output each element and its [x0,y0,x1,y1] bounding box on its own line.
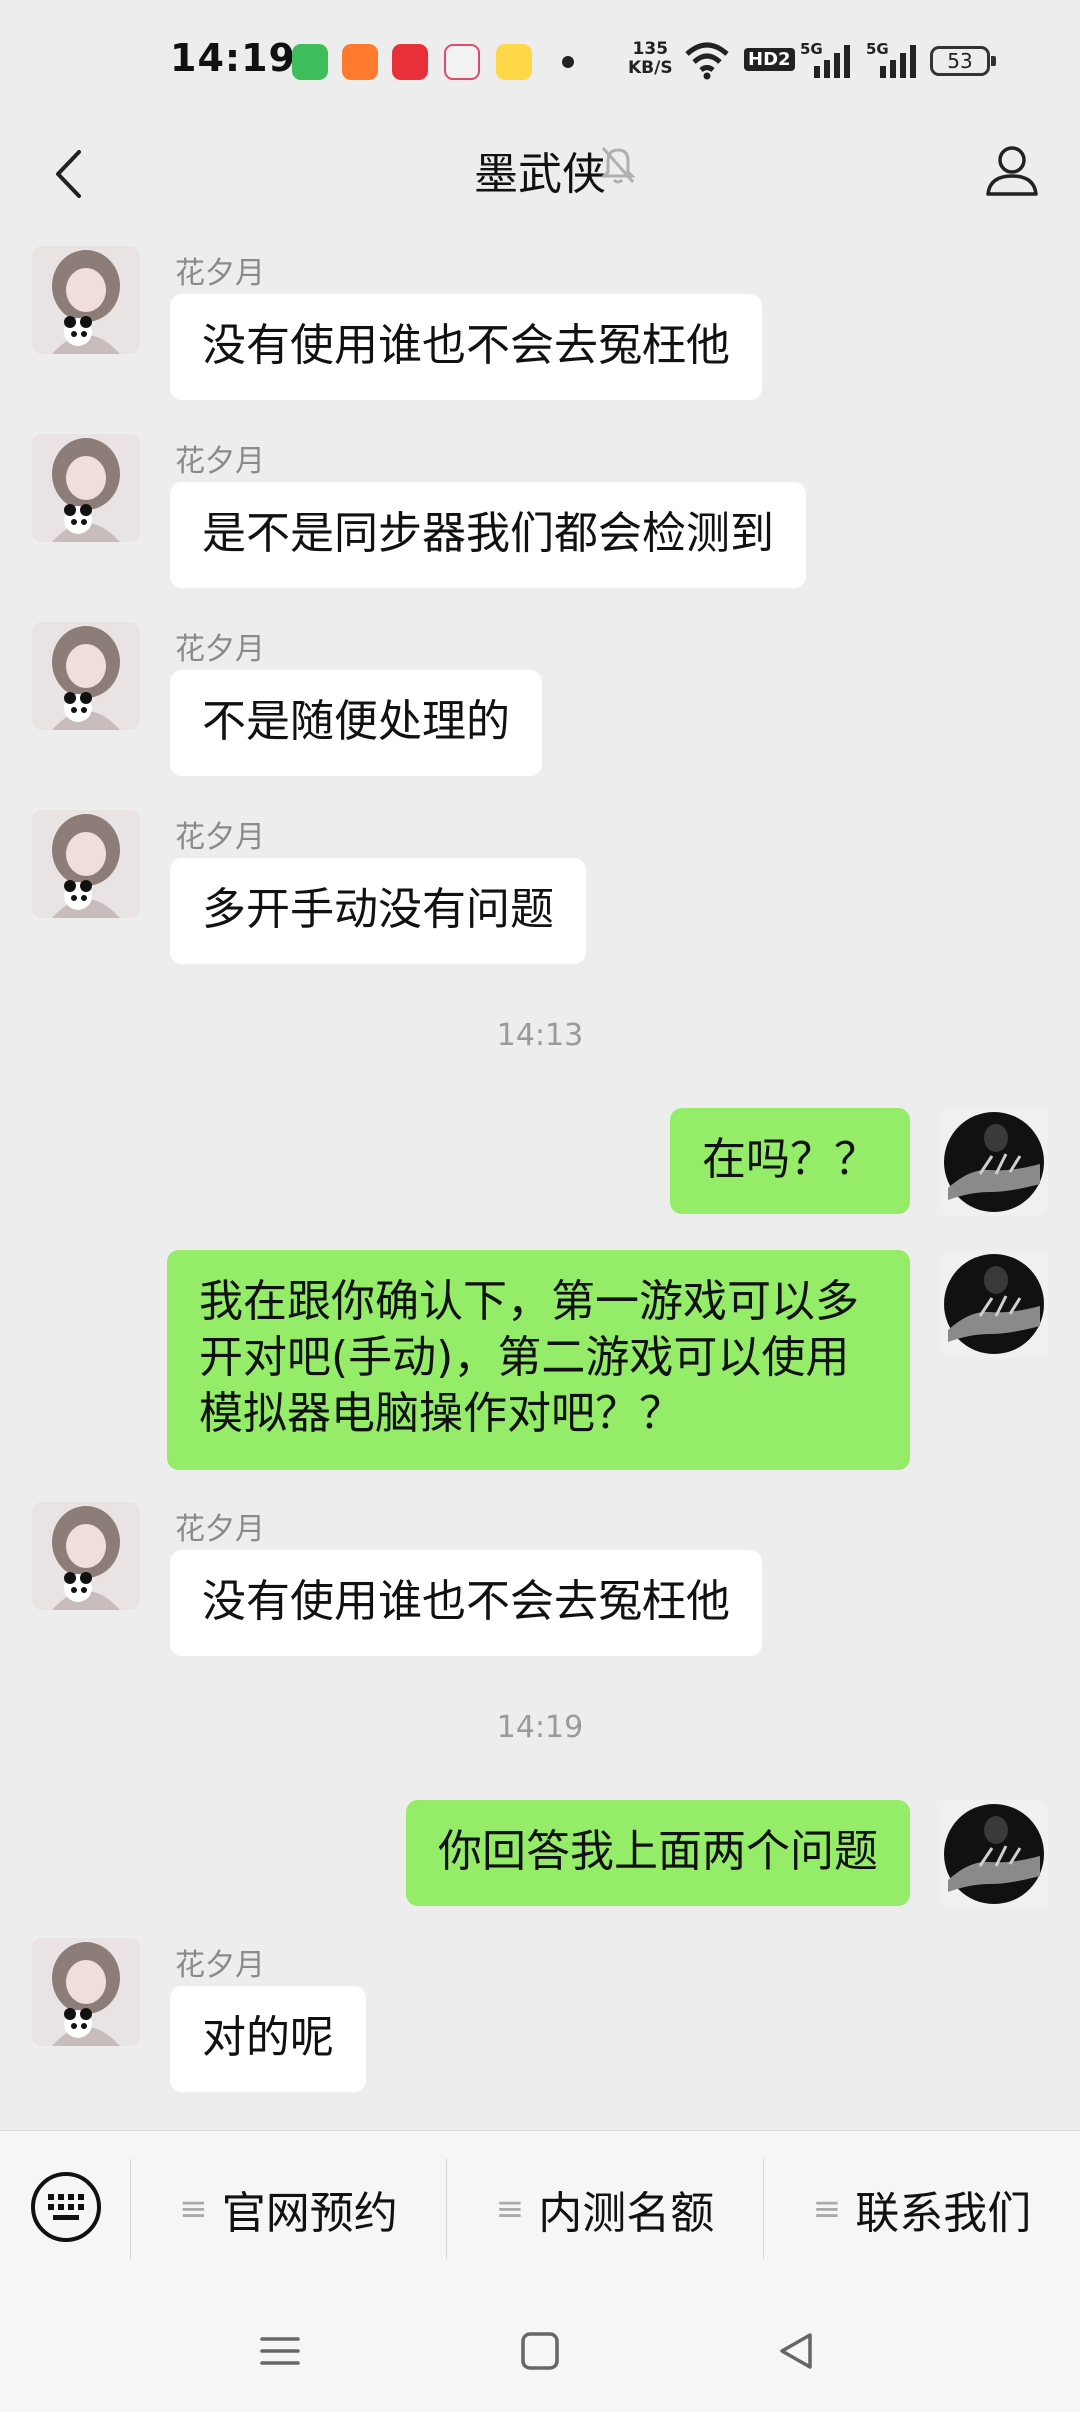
message-bubble-incoming[interactable]: 对的呢 [170,1986,366,2092]
person-icon [986,146,1038,196]
message-bubble-incoming[interactable]: 是不是同步器我们都会检测到 [170,482,806,588]
signal-1-icon: 5G [800,40,850,78]
silhouette-hand-avatar-icon [940,1250,1048,1358]
menu-lines-icon: ≡ [179,2188,208,2229]
square-icon [521,2332,559,2370]
message-bubble-outgoing[interactable]: 在吗？？ [670,1108,910,1214]
video-app-icon [444,44,480,80]
message-bubble-incoming[interactable]: 多开手动没有问题 [170,858,586,964]
contact-avatar[interactable] [32,434,140,542]
message-bubble-incoming[interactable]: 没有使用谁也不会去冤枉他 [170,294,762,400]
anime-girl-panda-avatar-icon [32,1502,140,1610]
back-nav-button[interactable] [756,2311,836,2391]
anime-girl-panda-avatar-icon [32,1938,140,2046]
anime-girl-panda-avatar-icon [32,810,140,918]
status-time: 14:19 [170,36,296,80]
messages-app-icon [292,44,328,80]
self-avatar[interactable] [940,1108,1048,1216]
self-avatar[interactable] [940,1800,1048,1908]
contact-avatar[interactable] [32,622,140,730]
recent-apps-button[interactable] [240,2311,320,2391]
sender-name: 花夕月 [175,444,265,479]
message-bubble-incoming[interactable]: 没有使用谁也不会去冤枉他 [170,1550,762,1656]
message-timestamp: 14:13 [496,1018,584,1053]
menu-item-contact-us[interactable]: ≡ 联系我们 [764,2131,1080,2286]
triangle-back-icon [780,2333,812,2369]
keyboard-toggle-button[interactable] [26,2167,106,2247]
self-avatar[interactable] [940,1250,1048,1358]
contact-avatar[interactable] [32,1938,140,2046]
news-app-icon [392,44,428,80]
svg-text:5G: 5G [866,40,889,58]
muted-bell-icon [600,147,636,184]
chat-title: 墨武侠 [474,149,606,200]
hd-voice-badge: HD2 [744,48,795,71]
contact-avatar[interactable] [32,246,140,354]
sender-name: 花夕月 [175,632,265,667]
bunny-app-icon [496,44,532,80]
battery-icon: 53 [930,46,996,76]
menu-item-label: 内测名额 [538,2187,715,2239]
menu-item-beta-quota[interactable]: ≡ 内测名额 [447,2131,763,2286]
message-bubble-outgoing[interactable]: 我在跟你确认下，第一游戏可以多开对吧(手动)，第二游戏可以使用模拟器电脑操作对吧… [167,1250,910,1470]
message-bubble-incoming[interactable]: 不是随便处理的 [170,670,542,776]
silhouette-hand-avatar-icon [940,1108,1048,1216]
sender-name: 花夕月 [175,256,265,291]
notification-dot-icon [562,56,574,68]
message-list[interactable]: 花夕月 没有使用谁也不会去冤枉他 花夕月 是不是同步器我们都会检测到 花夕月 不… [0,230,1080,2130]
sender-name: 花夕月 [175,1512,265,1547]
chat-header: 墨武侠 [0,120,1080,230]
message-timestamp: 14:19 [496,1710,584,1745]
menu-item-label: 官网预约 [221,2187,398,2239]
anime-girl-panda-avatar-icon [32,246,140,354]
sender-name: 花夕月 [175,1948,265,1983]
menu-lines-icon: ≡ [812,2188,842,2229]
svg-text:5G: 5G [800,40,823,58]
menu-lines-icon: ≡ [495,2188,525,2229]
sender-name: 花夕月 [175,820,265,855]
contact-avatar[interactable] [32,1502,140,1610]
status-bar: 14:19 135 KB/S HD2 5G 5G 53 [0,0,1080,120]
signal-2-icon: 5G [866,40,916,78]
anime-girl-panda-avatar-icon [32,622,140,730]
silhouette-hand-avatar-icon [940,1800,1048,1908]
keyboard-icon [31,2172,101,2242]
contact-avatar[interactable] [32,810,140,918]
official-account-menu: ≡ 官网预约 ≡ 内测名额 ≡ 联系我们 [0,2130,1080,2286]
network-speed: 135 KB/S [628,39,673,78]
wifi-icon [685,42,729,80]
grid-app-icon [342,44,378,80]
message-bubble-outgoing[interactable]: 你回答我上面两个问题 [406,1800,910,1906]
chat-info-button[interactable] [972,130,1052,210]
menu-lines-icon [260,2337,300,2365]
system-navigation-bar [0,2285,1080,2412]
anime-girl-panda-avatar-icon [32,434,140,542]
menu-item-official-reservation[interactable]: ≡ 官网预约 [131,2131,446,2286]
home-button[interactable] [500,2311,580,2391]
menu-item-label: 联系我们 [855,2187,1032,2239]
